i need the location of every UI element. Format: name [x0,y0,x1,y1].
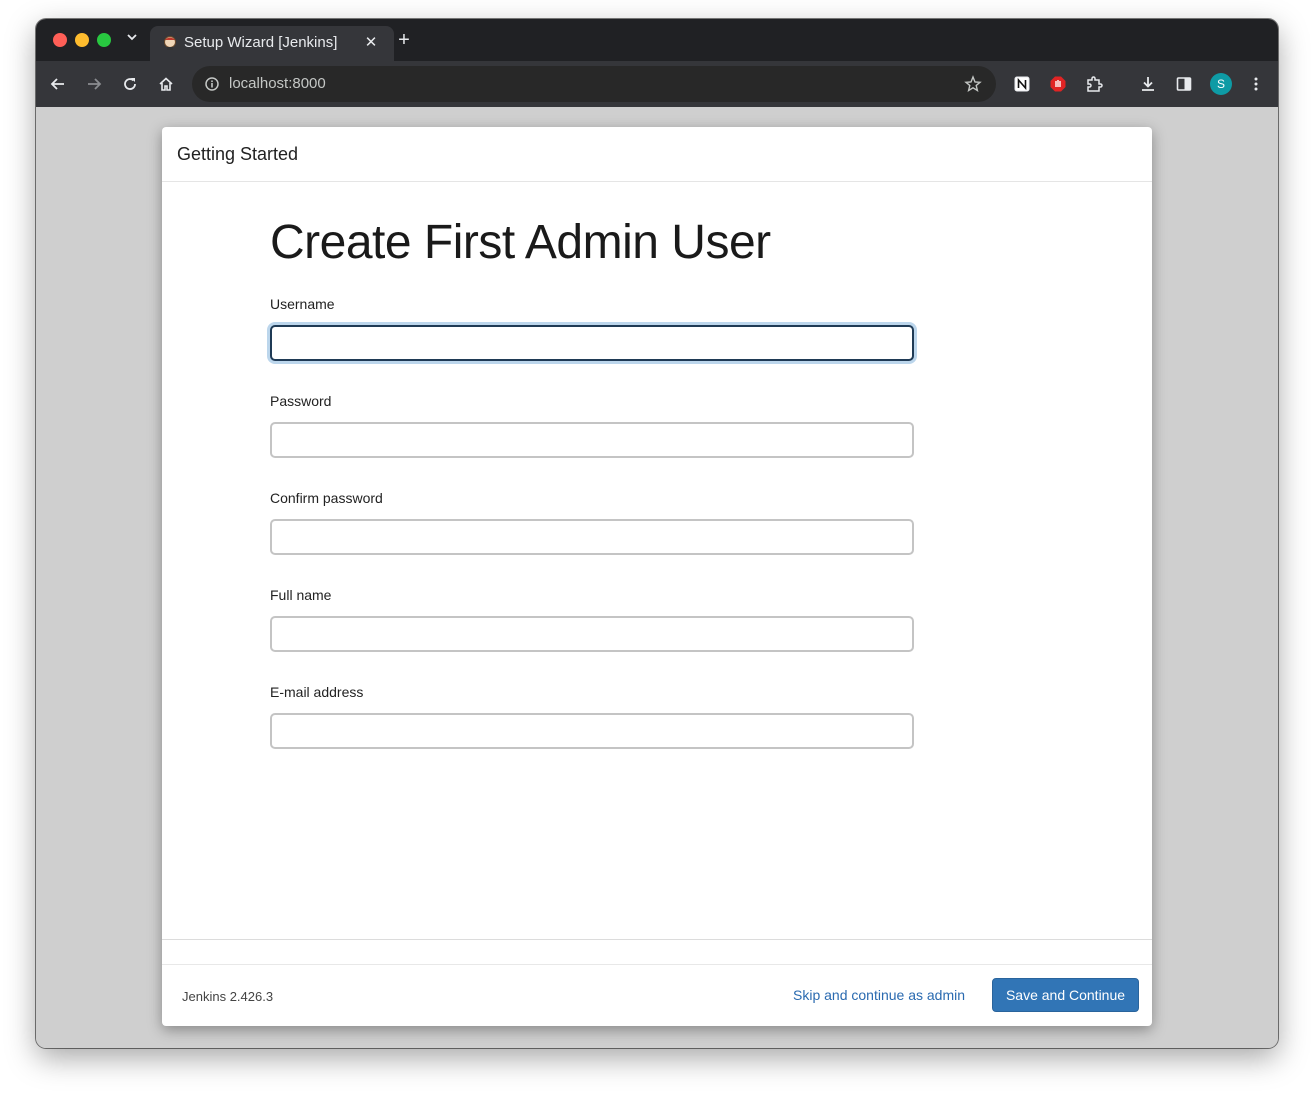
window-zoom-button[interactable] [97,33,111,47]
browser-toolbar: localhost:8000 S [36,61,1278,107]
notion-extension-icon[interactable] [1010,72,1034,96]
reload-icon[interactable] [118,72,142,96]
password-label: Password [270,393,332,409]
dialog-title: Getting Started [177,144,299,164]
confirm-password-label: Confirm password [270,490,383,506]
username-label: Username [270,296,335,312]
tab-strip: Setup Wizard [Jenkins] ✕ + [36,19,1278,61]
browser-window: Setup Wizard [Jenkins] ✕ + localhost:800… [36,19,1278,1048]
kebab-menu-icon[interactable] [1244,72,1268,96]
tab-search-icon[interactable] [122,30,142,50]
version-label: Jenkins 2.426.3 [182,989,274,1004]
adblock-extension-icon[interactable] [1046,72,1070,96]
email-label: E-mail address [270,684,364,700]
password-input[interactable] [270,422,914,458]
puzzle-extensions-icon[interactable] [1082,72,1106,96]
tab-title: Setup Wizard [Jenkins] [184,34,338,51]
plus-icon[interactable]: + [392,29,416,53]
download-icon[interactable] [1136,72,1160,96]
skip-continue-admin-link[interactable]: Skip and continue as admin [793,987,965,1003]
full-name-label: Full name [270,587,332,603]
sidebar-icon[interactable] [1172,72,1196,96]
save-continue-button[interactable]: Save and Continue [992,978,1139,1012]
footer-divider-inner [162,964,1152,965]
jenkins-favicon-icon [162,35,178,51]
back-arrow-icon[interactable] [46,72,70,96]
window-close-button[interactable] [53,33,67,47]
profile-avatar[interactable]: S [1210,73,1232,95]
home-icon[interactable] [154,72,178,96]
close-icon[interactable]: ✕ [360,32,382,54]
confirm-password-input[interactable] [270,519,914,555]
info-icon[interactable] [202,74,222,94]
url-text: localhost:8000 [229,75,326,92]
star-icon[interactable] [962,73,984,95]
full-name-input[interactable] [270,616,914,652]
username-input[interactable] [270,325,914,361]
browser-tab[interactable]: Setup Wizard [Jenkins] ✕ [150,26,394,61]
forward-arrow-icon[interactable] [82,72,106,96]
page-title: Create First Admin User [270,216,771,269]
setup-wizard-dialog: Getting Started Create First Admin User … [162,127,1152,1026]
window-minimize-button[interactable] [75,33,89,47]
address-bar[interactable]: localhost:8000 [192,66,996,102]
email-input[interactable] [270,713,914,749]
page-viewport: Getting Started Create First Admin User … [36,107,1278,1048]
footer-divider [162,939,1152,940]
dialog-header: Getting Started [162,127,1152,182]
